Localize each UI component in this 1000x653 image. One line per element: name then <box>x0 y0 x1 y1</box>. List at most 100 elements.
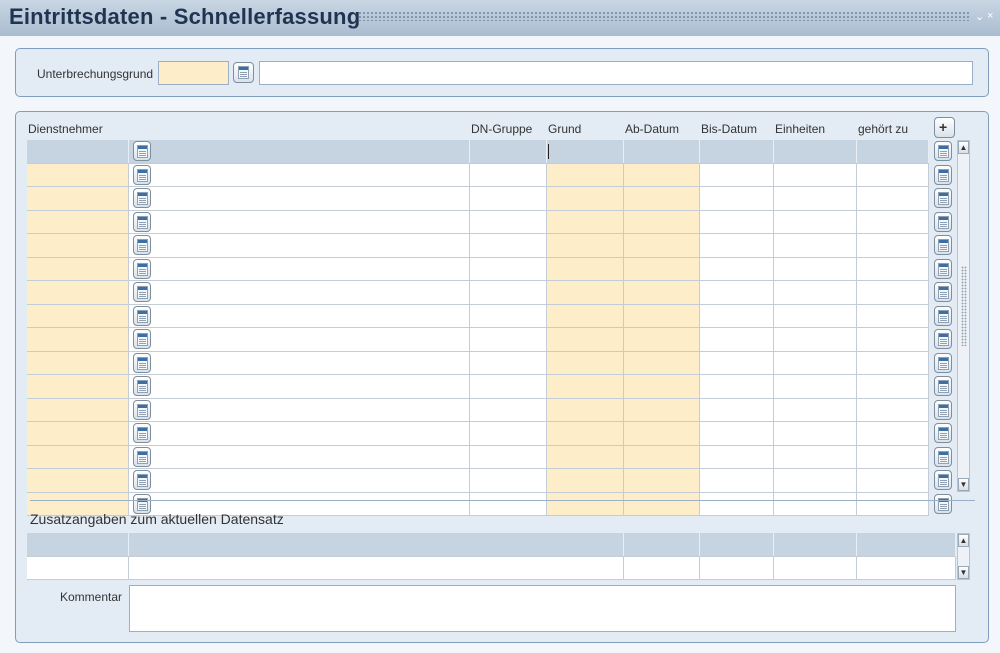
cell-dn-gruppe[interactable] <box>470 422 547 445</box>
cell-ab-datum[interactable] <box>624 492 700 515</box>
cell-bis-datum[interactable] <box>700 445 774 468</box>
details-cell[interactable] <box>27 556 129 579</box>
comment-textarea[interactable] <box>129 585 956 632</box>
cell-dn-gruppe[interactable] <box>470 163 547 186</box>
cell-einheiten[interactable] <box>774 234 857 257</box>
cell-ab-datum[interactable] <box>624 469 700 492</box>
cell-bis-datum[interactable] <box>700 469 774 492</box>
cell-employee-code[interactable] <box>27 422 129 445</box>
row-lov-button[interactable] <box>934 188 952 208</box>
cell-grund[interactable] <box>547 304 624 327</box>
cell-dn-gruppe[interactable] <box>470 469 547 492</box>
cell-employee-code[interactable] <box>27 469 129 492</box>
row-lov-button[interactable] <box>934 399 952 420</box>
row-lov-button[interactable] <box>934 141 952 161</box>
cell-employee-name[interactable] <box>129 234 470 257</box>
cell-einheiten[interactable] <box>774 163 857 186</box>
cell-grund[interactable] <box>547 210 624 233</box>
cell-employee-code[interactable] <box>27 375 129 398</box>
cell-bis-datum[interactable] <box>700 210 774 233</box>
employee-lov-button[interactable] <box>133 282 151 302</box>
employee-lov-button[interactable] <box>133 164 151 185</box>
employee-lov-button[interactable] <box>133 211 151 232</box>
employee-lov-button[interactable] <box>133 188 151 208</box>
row-lov-button[interactable] <box>934 258 952 279</box>
row-lov-button[interactable] <box>934 493 952 514</box>
row-lov-button[interactable] <box>934 211 952 232</box>
employee-lov-button[interactable] <box>133 305 151 326</box>
cell-grund[interactable] <box>547 281 624 304</box>
row-lov-button[interactable] <box>934 329 952 349</box>
scroll-up-icon[interactable]: ▲ <box>958 534 969 547</box>
cell-gehoert-zu[interactable] <box>857 328 929 351</box>
cell-gehoert-zu[interactable] <box>857 398 929 421</box>
details-cell[interactable] <box>129 556 624 579</box>
scroll-thumb-grip[interactable] <box>961 266 967 346</box>
cell-gehoert-zu[interactable] <box>857 187 929 210</box>
row-lov-button[interactable] <box>934 305 952 326</box>
cell-employee-code[interactable] <box>27 304 129 327</box>
employee-lov-button[interactable] <box>133 446 151 467</box>
cell-employee-code[interactable] <box>27 257 129 280</box>
interruption-lov-button[interactable] <box>233 62 254 83</box>
cell-dn-gruppe[interactable] <box>470 187 547 210</box>
cell-ab-datum[interactable] <box>624 328 700 351</box>
employee-lov-button[interactable] <box>133 352 151 373</box>
cell-bis-datum[interactable] <box>700 187 774 210</box>
cell-grund[interactable] <box>547 492 624 515</box>
cell-grund[interactable] <box>547 422 624 445</box>
cell-ab-datum[interactable] <box>624 257 700 280</box>
employee-lov-button[interactable] <box>133 329 151 349</box>
cell-grund[interactable] <box>547 398 624 421</box>
cell-einheiten[interactable] <box>774 187 857 210</box>
employee-lov-button[interactable] <box>133 376 151 396</box>
cell-grund[interactable] <box>547 469 624 492</box>
cell-dn-gruppe[interactable] <box>470 398 547 421</box>
cell-dn-gruppe[interactable] <box>470 492 547 515</box>
employee-lov-button[interactable] <box>133 470 151 490</box>
cell-ab-datum[interactable] <box>624 398 700 421</box>
cell-einheiten[interactable] <box>774 304 857 327</box>
minimize-icon[interactable]: ⌄ <box>975 10 984 23</box>
cell-dn-gruppe[interactable] <box>470 257 547 280</box>
row-lov-button[interactable] <box>934 376 952 396</box>
cell-gehoert-zu[interactable] <box>857 304 929 327</box>
cell-ab-datum[interactable] <box>624 375 700 398</box>
cell-gehoert-zu[interactable] <box>857 375 929 398</box>
query-cell-grund[interactable] <box>547 140 624 163</box>
employee-lov-button[interactable] <box>133 423 151 443</box>
cell-einheiten[interactable] <box>774 328 857 351</box>
row-lov-button[interactable] <box>934 470 952 490</box>
cell-bis-datum[interactable] <box>700 398 774 421</box>
cell-bis-datum[interactable] <box>700 234 774 257</box>
scroll-down-icon[interactable]: ▼ <box>958 478 969 491</box>
cell-employee-name[interactable] <box>129 281 470 304</box>
details-cell[interactable] <box>774 556 857 579</box>
query-cell-employee-code[interactable] <box>27 140 129 163</box>
cell-gehoert-zu[interactable] <box>857 234 929 257</box>
cell-grund[interactable] <box>547 351 624 374</box>
cell-employee-name[interactable] <box>129 328 470 351</box>
cell-einheiten[interactable] <box>774 257 857 280</box>
cell-bis-datum[interactable] <box>700 328 774 351</box>
cell-bis-datum[interactable] <box>700 304 774 327</box>
cell-gehoert-zu[interactable] <box>857 492 929 515</box>
cell-einheiten[interactable] <box>774 445 857 468</box>
cell-einheiten[interactable] <box>774 492 857 515</box>
cell-gehoert-zu[interactable] <box>857 163 929 186</box>
cell-employee-name[interactable] <box>129 163 470 186</box>
cell-employee-name[interactable] <box>129 187 470 210</box>
cell-grund[interactable] <box>547 375 624 398</box>
cell-bis-datum[interactable] <box>700 351 774 374</box>
interruption-code-input[interactable] <box>158 61 229 85</box>
employee-lov-button[interactable] <box>133 399 151 420</box>
cell-einheiten[interactable] <box>774 281 857 304</box>
cell-employee-code[interactable] <box>27 398 129 421</box>
add-record-button[interactable]: + <box>934 117 955 138</box>
cell-dn-gruppe[interactable] <box>470 445 547 468</box>
cell-ab-datum[interactable] <box>624 187 700 210</box>
details-scrollbar[interactable]: ▲ ▼ <box>957 533 970 580</box>
cell-bis-datum[interactable] <box>700 163 774 186</box>
details-cell[interactable] <box>624 556 700 579</box>
cell-bis-datum[interactable] <box>700 492 774 515</box>
